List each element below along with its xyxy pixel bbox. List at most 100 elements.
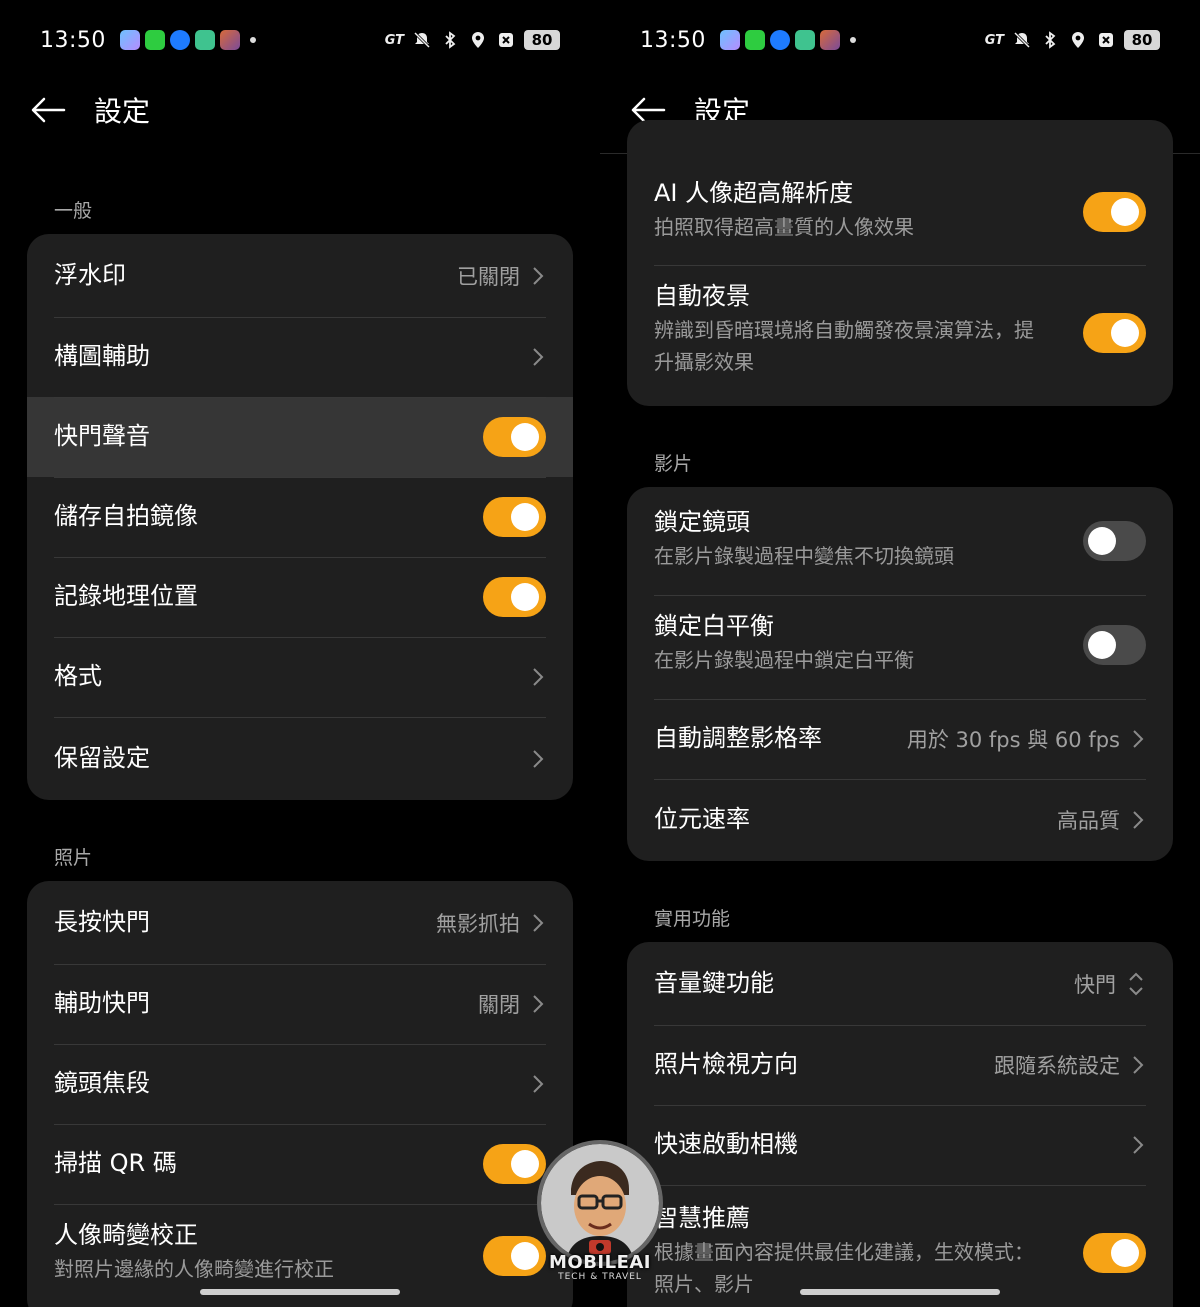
bluetooth-icon — [445, 31, 456, 49]
status-time: 13:50 — [40, 27, 106, 53]
chevron-right-icon — [533, 266, 544, 285]
gt-icon — [769, 30, 790, 50]
gt-badge: GT — [384, 32, 404, 48]
setting-label: 自動夜景 — [654, 282, 750, 310]
setting-label: 保留設定 — [54, 743, 150, 772]
setting-row-assist-shutter[interactable]: 輔助快門 關閉 — [27, 964, 573, 1044]
face-illustration-icon — [541, 1144, 659, 1262]
back-arrow-icon[interactable] — [28, 90, 68, 130]
setting-label: 鏡頭焦段 — [54, 1069, 150, 1098]
setting-row-scan-qr[interactable]: 掃描 QR 碼 — [27, 1124, 573, 1204]
setting-description: 對照片邊緣的人像畸變進行校正 — [54, 1257, 334, 1282]
chevron-right-icon — [533, 749, 544, 768]
toggle-switch[interactable] — [1083, 521, 1146, 561]
game-icon — [219, 30, 240, 50]
setting-row-auto-frame-rate[interactable]: 自動調整影格率 用於 30 fps 與 60 fps — [627, 699, 1173, 779]
chevron-right-icon — [533, 995, 544, 1013]
setting-label: 照片檢視方向 — [654, 1050, 798, 1079]
setting-label: 浮水印 — [54, 260, 126, 289]
setting-row-quick-launch[interactable]: 快速啟動相機 — [627, 1105, 1173, 1185]
setting-row-photo-orientation[interactable]: 照片檢視方向 跟隨系統設定 — [627, 1025, 1173, 1105]
chevron-right-icon — [1133, 1136, 1144, 1154]
setting-label: 自動調整影格率 — [654, 724, 822, 753]
setting-row-ai-portrait[interactable]: AI 人像超高解析度 拍照取得超高畫質的人像效果 — [627, 160, 1173, 265]
home-indicator[interactable] — [200, 1289, 400, 1295]
setting-description: 辨識到昏暗環境將自動觸發夜景演算法，提升攝影效果 — [654, 318, 1034, 375]
battery-icon: 80 — [1124, 30, 1160, 50]
avatar — [537, 1140, 663, 1266]
download-icon — [194, 30, 215, 50]
home-indicator[interactable] — [800, 1289, 1000, 1295]
setting-row-geo-location[interactable]: 記錄地理位置 — [27, 557, 573, 637]
mute-icon — [1013, 31, 1031, 49]
gt-icon — [169, 30, 190, 50]
setting-row-composition[interactable]: 構圖輔助 — [27, 317, 573, 397]
download-icon — [794, 30, 815, 50]
setting-value: 快門 — [1074, 972, 1116, 997]
setting-row-format[interactable]: 格式 — [27, 637, 573, 717]
setting-row-auto-night[interactable]: 自動夜景 辨識到昏暗環境將自動觸發夜景演算法，提升攝影效果 — [627, 265, 1173, 406]
setting-row-lens-focal[interactable]: 鏡頭焦段 — [27, 1044, 573, 1124]
setting-label: 格式 — [54, 662, 102, 691]
setting-row-lock-lens[interactable]: 鎖定鏡頭 在影片錄製過程中變焦不切換鏡頭 — [627, 487, 1173, 595]
toggle-switch[interactable] — [1083, 313, 1146, 353]
toggle-switch[interactable] — [483, 577, 546, 617]
card-photo: 長按快門 無影抓拍 輔助快門 關閉 鏡頭焦段 掃描 QR 碼 人像畸變校正 對照… — [27, 881, 573, 1307]
setting-row-preserve-settings[interactable]: 保留設定 — [27, 717, 573, 800]
setting-value: 無影抓拍 — [436, 911, 520, 936]
game-icon — [819, 30, 840, 50]
battery-icon: 80 — [524, 30, 560, 50]
chevron-right-icon — [533, 913, 544, 932]
bluetooth-icon — [1045, 31, 1056, 49]
setting-label: 儲存自拍鏡像 — [54, 502, 198, 531]
section-label-general: 一般 — [54, 200, 93, 222]
card-photo-continued: AI 人像超高解析度 拍照取得超高畫質的人像效果 自動夜景 辨識到昏暗環境將自動… — [627, 120, 1173, 406]
header: 設定 — [28, 80, 150, 140]
setting-label: 音量鍵功能 — [654, 968, 774, 997]
setting-label: 輔助快門 — [54, 989, 150, 1018]
setting-label: 記錄地理位置 — [54, 582, 198, 611]
setting-row-lock-white-balance[interactable]: 鎖定白平衡 在影片錄製過程中鎖定白平衡 — [627, 595, 1173, 699]
chevron-right-icon — [1133, 1056, 1144, 1074]
notification-dot-icon — [849, 37, 856, 43]
chevron-right-icon — [533, 1075, 544, 1093]
setting-description: 在影片錄製過程中鎖定白平衡 — [654, 648, 914, 673]
setting-row-bit-rate[interactable]: 位元速率 高品質 — [627, 779, 1173, 861]
right-screen: 13:50 GT 80 設定 AI 人像超高解析度 拍照取得超高畫質的人像效果 — [600, 0, 1200, 1307]
setting-value: 高品質 — [1057, 809, 1120, 833]
chevron-right-icon — [533, 668, 544, 686]
setting-label: 智慧推薦 — [654, 1204, 750, 1232]
setting-row-long-press-shutter[interactable]: 長按快門 無影抓拍 — [27, 881, 573, 964]
setting-row-watermark[interactable]: 浮水印 已關閉 — [27, 234, 573, 317]
up-down-chevron-icon — [1129, 972, 1143, 995]
setting-row-mirror-selfie[interactable]: 儲存自拍鏡像 — [27, 477, 573, 557]
setting-description: 在影片錄製過程中變焦不切換鏡頭 — [654, 544, 954, 569]
toggle-switch[interactable] — [483, 497, 546, 537]
setting-description: 拍照取得超高畫質的人像效果 — [654, 215, 914, 240]
setting-value: 跟隨系統設定 — [994, 1054, 1120, 1078]
toggle-switch[interactable] — [1083, 625, 1146, 665]
section-label-utility: 實用功能 — [654, 908, 731, 930]
card-general: 浮水印 已關閉 構圖輔助 快門聲音 儲存自拍鏡像 記錄地理位置 格式 保留設定 — [27, 234, 573, 800]
chevron-right-icon — [1133, 811, 1144, 829]
watermark-text: MOBILEAI — [548, 1252, 652, 1273]
notification-dot-icon — [249, 37, 256, 43]
setting-value: 用於 30 fps 與 60 fps — [906, 728, 1120, 752]
setting-label: 鎖定白平衡 — [654, 612, 774, 640]
chevron-right-icon — [533, 348, 544, 366]
setting-label: 長按快門 — [54, 907, 150, 936]
setting-label: 快速啟動相機 — [654, 1130, 798, 1159]
setting-row-volume-key[interactable]: 音量鍵功能 快門 — [627, 942, 1173, 1025]
toggle-switch[interactable] — [1083, 192, 1146, 232]
box-icon — [1099, 33, 1113, 47]
toggle-switch[interactable] — [483, 417, 546, 457]
section-label-video: 影片 — [654, 453, 693, 475]
toggle-switch[interactable] — [1083, 1233, 1146, 1273]
section-label-photo: 照片 — [54, 847, 93, 869]
watermark-subtext: TECH & TRAVEL — [558, 1272, 642, 1282]
mute-icon — [413, 31, 431, 49]
card-video: 鎖定鏡頭 在影片錄製過程中變焦不切換鏡頭 鎖定白平衡 在影片錄製過程中鎖定白平衡… — [627, 487, 1173, 861]
photos-icon — [719, 30, 740, 50]
status-bar: 13:50 GT 80 — [640, 20, 1160, 60]
setting-row-shutter-sound[interactable]: 快門聲音 — [27, 397, 573, 477]
